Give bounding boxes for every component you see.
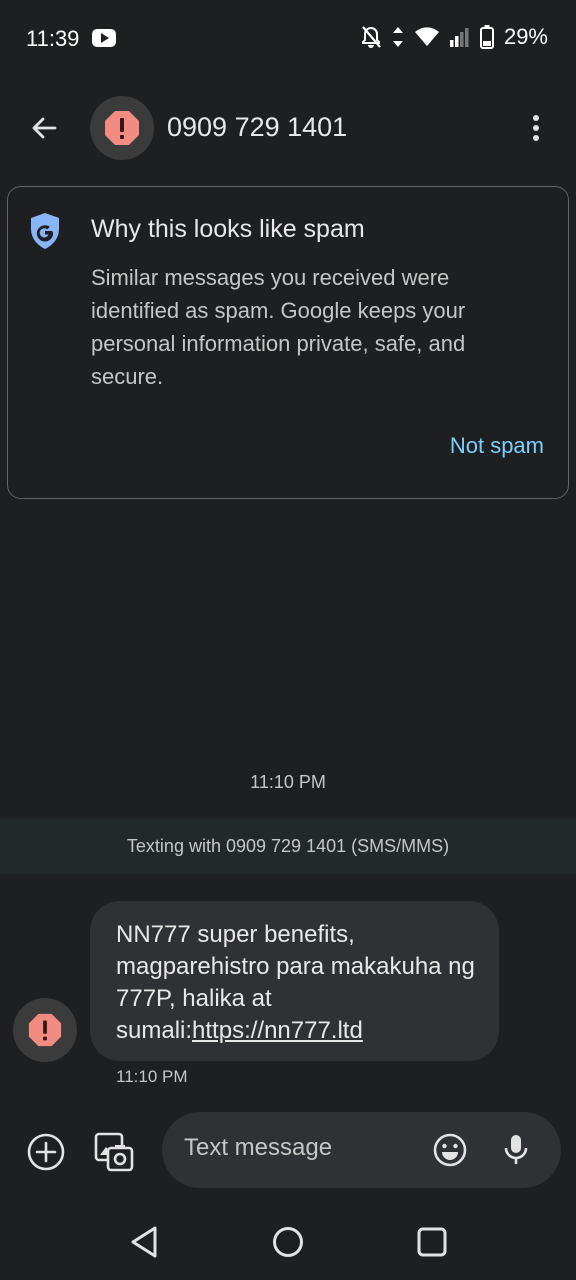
google-shield-icon — [31, 213, 59, 249]
nav-home-icon — [273, 1227, 303, 1257]
status-time: 11:39 — [26, 26, 80, 51]
conversation-timestamp: 11:10 PM — [250, 772, 326, 792]
battery-icon — [479, 25, 494, 49]
more-vert-icon — [533, 115, 539, 141]
message-time: 11:10 PM — [116, 1067, 188, 1086]
gallery-button[interactable] — [92, 1130, 136, 1174]
spam-info-card: Why this looks like spam Similar message… — [7, 186, 569, 499]
contact-name[interactable]: 0909 729 1401 — [167, 112, 347, 143]
emoji-icon — [433, 1133, 467, 1167]
emoji-button[interactable] — [432, 1132, 468, 1168]
add-icon — [27, 1133, 65, 1171]
voice-input-button[interactable] — [498, 1132, 534, 1168]
mic-icon — [504, 1135, 528, 1164]
nav-back-icon — [131, 1226, 157, 1258]
message-bubble[interactable]: NN777 super benefits, magparehistro para… — [90, 901, 499, 1061]
spam-warning-icon — [105, 111, 139, 145]
nav-recents-icon — [417, 1227, 447, 1257]
add-attachment-button[interactable] — [24, 1130, 68, 1174]
status-bar: 11:39 29% — [0, 0, 576, 80]
notifications-off-icon — [361, 26, 381, 48]
spam-card-body: Similar messages you received were ident… — [91, 265, 466, 389]
more-options-button[interactable] — [516, 108, 556, 148]
nav-home-button[interactable] — [266, 1220, 310, 1264]
youtube-icon — [92, 29, 116, 47]
status-icons: 29% — [360, 24, 548, 50]
conversation-header: 0909 729 1401 — [0, 88, 576, 168]
nav-back-button[interactable] — [122, 1220, 166, 1264]
wifi-icon — [414, 27, 439, 46]
message-composer[interactable]: Text message — [162, 1112, 561, 1188]
back-button[interactable] — [24, 108, 64, 148]
nav-recents-button[interactable] — [410, 1220, 454, 1264]
signal-icon — [449, 28, 469, 47]
back-arrow-icon — [32, 117, 57, 139]
gallery-icon — [94, 1132, 134, 1172]
not-spam-button[interactable]: Not spam — [450, 433, 544, 459]
message-input[interactable]: Text message — [184, 1134, 332, 1162]
system-nav-bar — [0, 1212, 576, 1272]
spam-card-title: Why this looks like spam — [91, 215, 365, 243]
data-arrows-icon — [392, 27, 403, 47]
spam-warning-icon — [28, 1013, 62, 1047]
contact-avatar[interactable] — [90, 96, 154, 160]
texting-banner: Texting with 0909 729 1401 (SMS/MMS) — [0, 818, 576, 874]
sender-avatar[interactable] — [13, 998, 77, 1062]
battery-percent: 29% — [503, 24, 548, 49]
message-link[interactable]: https://nn777.ltd — [192, 1017, 363, 1044]
